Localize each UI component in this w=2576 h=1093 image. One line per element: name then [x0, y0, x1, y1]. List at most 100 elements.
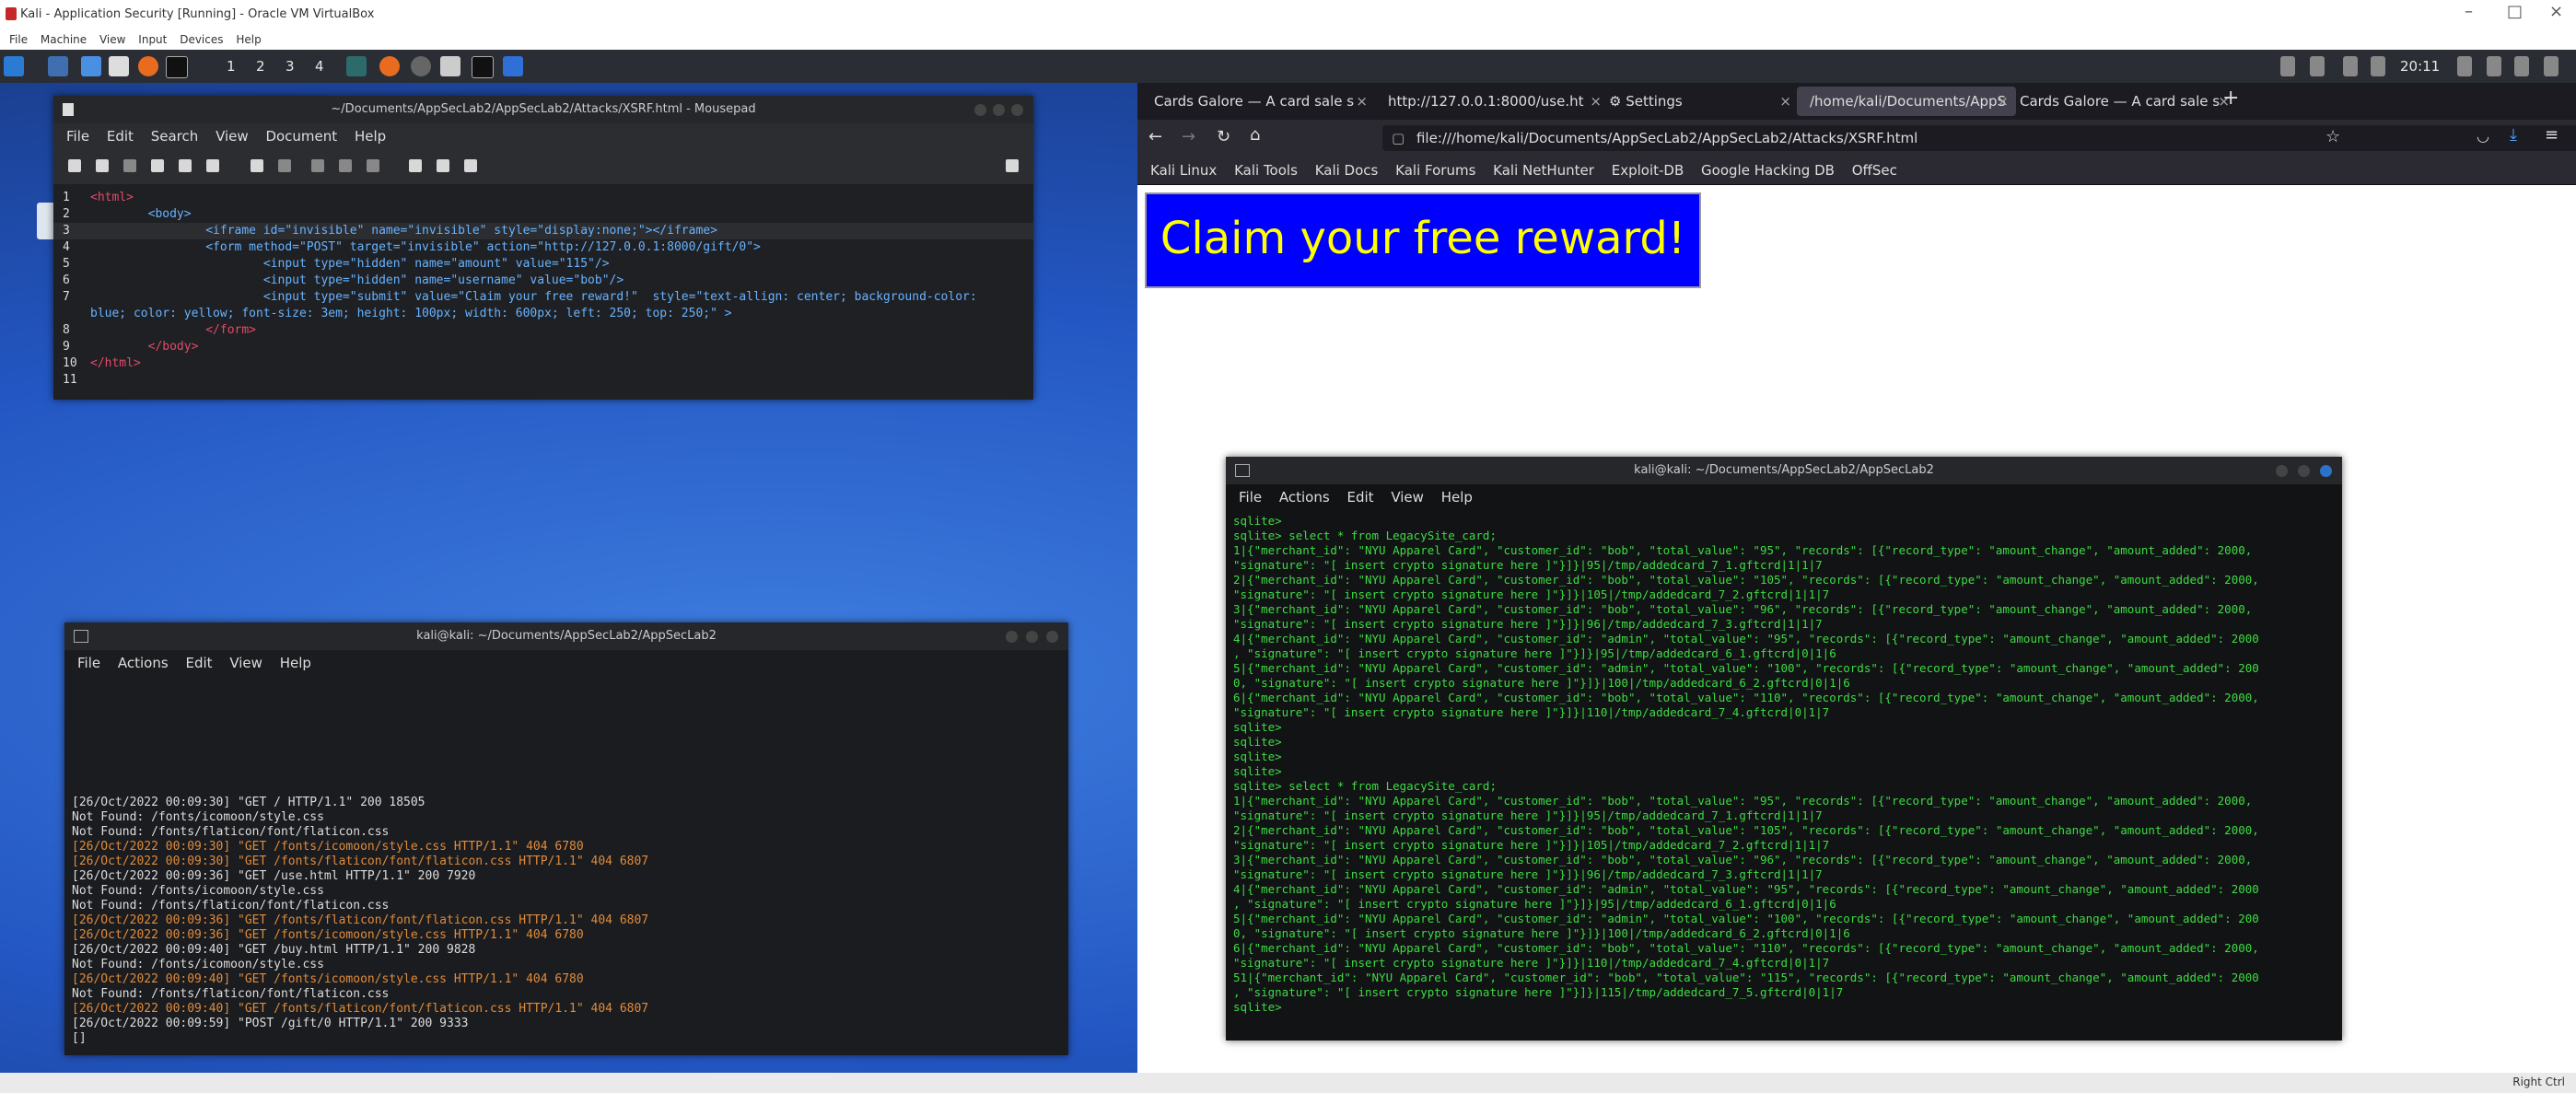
menu-help[interactable]: Help [355, 123, 386, 149]
taskbar-mousepad-icon[interactable] [440, 56, 460, 76]
kali-menu-icon[interactable] [4, 56, 24, 76]
menu-file[interactable]: File [9, 33, 28, 46]
menu-machine[interactable]: Machine [41, 33, 87, 46]
bookmark-kali-nethunter[interactable]: Kali NetHunter [1493, 157, 1594, 184]
close-tab-icon[interactable]: × [1356, 87, 1368, 116]
find-replace-icon[interactable] [437, 159, 449, 172]
tab-cards-galore-1[interactable]: Cards Galore — A card sale s × [1141, 87, 1375, 116]
taskbar-vm-icon[interactable] [503, 56, 523, 76]
menu-file[interactable]: File [1239, 484, 1262, 510]
minimize-button[interactable] [974, 104, 986, 116]
tray-display-icon[interactable] [2280, 56, 2295, 76]
workspace-3[interactable]: 3 [286, 58, 295, 75]
clock[interactable]: 20:11 [2400, 58, 2440, 75]
find-icon[interactable] [409, 159, 422, 172]
tab-settings[interactable]: ⚙ Settings × [1596, 87, 1799, 116]
refresh-icon[interactable] [2487, 56, 2501, 76]
menu-help[interactable]: Help [280, 650, 311, 676]
menu-edit[interactable]: Edit [107, 123, 134, 149]
close-button[interactable] [1046, 631, 1058, 643]
bookmark-kali-tools[interactable]: Kali Tools [1234, 157, 1298, 184]
menu-view[interactable]: View [229, 650, 262, 676]
tab-cards-galore-2[interactable]: Cards Galore — A card sale s × [2007, 87, 2237, 116]
power-icon[interactable] [2544, 56, 2559, 76]
tray-volume-icon[interactable] [2371, 56, 2385, 76]
menu-actions[interactable]: Actions [118, 650, 169, 676]
close-icon[interactable]: × [2549, 2, 2563, 21]
bookmark-star-icon[interactable]: ☆ [2325, 127, 2340, 146]
maximize-button[interactable] [2298, 465, 2310, 477]
tray-network-icon[interactable] [2310, 56, 2325, 76]
terminal-titlebar[interactable]: kali@kali: ~/Documents/AppSecLab2/AppSec… [1226, 457, 2342, 484]
url-bar[interactable]: ▢ file:///home/kali/Documents/AppSecLab2… [1382, 125, 2576, 151]
minimize-button[interactable] [1006, 631, 1018, 643]
new-file-icon[interactable] [68, 159, 81, 172]
file-manager-icon[interactable] [81, 56, 101, 76]
save-icon[interactable] [151, 159, 164, 172]
lock-icon[interactable] [2457, 56, 2472, 76]
home-icon[interactable]: ⌂ [1250, 125, 1260, 145]
open-icon[interactable] [123, 159, 136, 172]
close-button[interactable] [1011, 104, 1023, 116]
tab-use-html[interactable]: http://127.0.0.1:8000/use.ht × [1375, 87, 1609, 116]
reload-icon[interactable]: ↻ [1217, 127, 1230, 146]
terminal-titlebar[interactable]: kali@kali: ~/Documents/AppSecLab2/AppSec… [64, 622, 1068, 650]
bookmark-google-hacking-db[interactable]: Google Hacking DB [1701, 157, 1835, 184]
workspace-4[interactable]: 4 [315, 58, 324, 75]
fullscreen-icon[interactable] [1006, 159, 1019, 172]
menu-help[interactable]: Help [1441, 484, 1473, 510]
tray-notification-icon[interactable] [2343, 56, 2358, 76]
taskbar-firefox-icon[interactable] [379, 56, 400, 76]
page-info-icon[interactable]: ▢ [1392, 130, 1405, 146]
undo-icon[interactable] [251, 159, 263, 172]
maximize-button[interactable] [993, 104, 1005, 116]
mousepad-titlebar[interactable]: ~/Documents/AppSecLab2/AppSecLab2/Attack… [53, 96, 1033, 123]
menu-view[interactable]: View [216, 123, 249, 149]
cut-icon[interactable] [311, 159, 324, 172]
menu-icon[interactable]: ≡ [2545, 125, 2559, 145]
bookmark-exploit-db[interactable]: Exploit-DB [1612, 157, 1684, 184]
taskbar-terminal-icon[interactable] [472, 56, 494, 78]
menu-input[interactable]: Input [138, 33, 167, 46]
code-editor[interactable]: 1 <html> 2 <body> 3 <iframe id="invisible" … [53, 184, 1033, 396]
text-editor-icon[interactable] [109, 56, 129, 76]
copy-icon[interactable] [339, 159, 352, 172]
maximize-button[interactable] [1026, 631, 1038, 643]
taskbar-app-icon[interactable] [346, 56, 367, 76]
firefox-icon[interactable] [138, 56, 158, 76]
menu-document[interactable]: Document [265, 123, 337, 149]
workspace-1[interactable]: 1 [227, 58, 236, 75]
minimize-icon[interactable]: – [2465, 2, 2473, 21]
menu-file[interactable]: File [77, 650, 100, 676]
bookmark-kali-linux[interactable]: Kali Linux [1150, 157, 1217, 184]
menu-file[interactable]: File [66, 123, 89, 149]
menu-view[interactable]: View [1391, 484, 1424, 510]
new-tab-icon[interactable]: + [2222, 87, 2239, 110]
paste-icon[interactable] [367, 159, 379, 172]
taskbar-app-icon[interactable] [411, 56, 431, 76]
new-window-icon[interactable] [96, 159, 109, 172]
panel-app-icon[interactable] [2514, 56, 2529, 76]
redo-icon[interactable] [278, 159, 291, 172]
menu-actions[interactable]: Actions [1279, 484, 1330, 510]
forward-icon[interactable]: → [1182, 127, 1195, 146]
go-to-line-icon[interactable] [464, 159, 477, 172]
menu-search[interactable]: Search [151, 123, 199, 149]
tab-xsrf-html[interactable]: /home/kali/Documents/AppS × [1797, 87, 2016, 116]
downloads-icon[interactable]: ⤓ [2510, 125, 2517, 145]
terminal-icon[interactable] [166, 56, 188, 78]
menu-devices[interactable]: Devices [180, 33, 223, 46]
terminal-output[interactable]: [26/Oct/2022 00:09:30] "GET / HTTP/1.1" … [72, 796, 1057, 1053]
workspace-2[interactable]: 2 [256, 58, 265, 75]
close-file-icon[interactable] [206, 159, 219, 172]
pocket-icon[interactable]: ◡ [2477, 127, 2489, 145]
close-tab-icon[interactable]: × [1779, 87, 1791, 116]
menu-edit[interactable]: Edit [185, 650, 212, 676]
bookmark-kali-forums[interactable]: Kali Forums [1395, 157, 1475, 184]
terminal-output[interactable]: sqlite> sqlite> select * from LegacySite_… [1233, 514, 2335, 1039]
show-desktop-icon[interactable] [48, 56, 68, 76]
claim-reward-button[interactable]: Claim your free reward! [1145, 192, 1701, 288]
menu-edit[interactable]: Edit [1346, 484, 1373, 510]
bookmark-offsec[interactable]: OffSec [1852, 157, 1897, 184]
close-button[interactable] [2320, 465, 2332, 477]
